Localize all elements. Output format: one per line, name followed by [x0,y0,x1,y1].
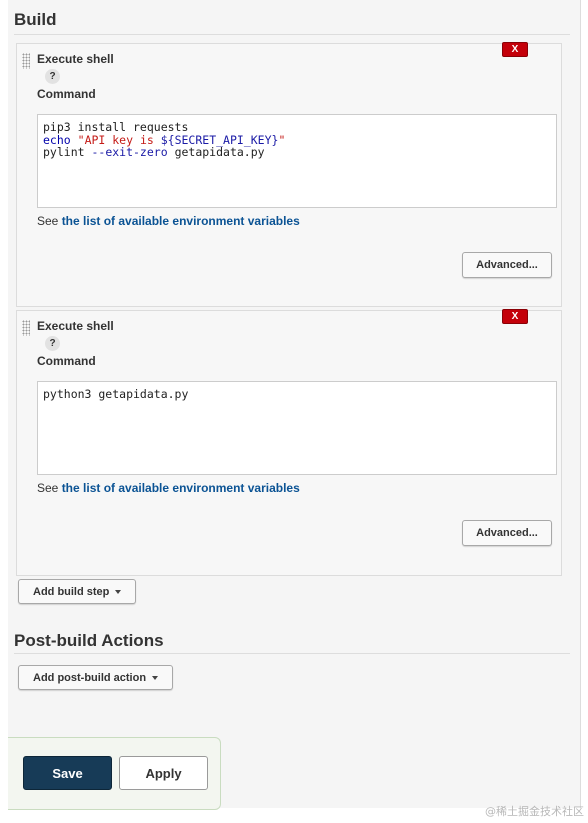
advanced-button[interactable]: Advanced... [462,520,552,546]
code-line: pylint --exit-zero getapidata.py [43,146,551,159]
build-section-title: Build [14,10,57,29]
watermark: @稀土掘金技术社区 [485,805,584,818]
add-build-step-button[interactable]: Add build step [18,579,137,604]
step-title: Execute shell [37,52,114,66]
help-icon[interactable]: ? [45,336,60,351]
env-vars-prefix: See [37,481,62,495]
code-line: python3 getapidata.py [43,388,551,401]
code-token: getapidata.py [167,145,265,159]
command-label: Command [37,87,96,101]
save-button[interactable]: Save [23,756,112,790]
add-post-build-action-button[interactable]: Add post-build action [18,665,174,690]
code-token: " [278,132,286,147]
env-vars-link[interactable]: the list of available environment variab… [62,214,300,228]
code-token: pylint [43,145,92,159]
code-token: --exit-zero [91,145,168,159]
command-textarea[interactable]: pip3 install requests echo "API key is ${… [37,114,557,208]
step-title: Execute shell [37,319,114,333]
delete-step-button[interactable]: X [502,309,528,324]
add-post-build-action-label: Add post-build action [33,671,147,684]
help-icon[interactable]: ? [45,69,60,84]
env-vars-link[interactable]: the list of available environment variab… [62,481,300,495]
post-build-section-divider [14,653,570,654]
post-build-section-title: Post-build Actions [14,631,164,650]
env-vars-hint: See the list of available environment va… [37,214,300,228]
form-footer: Save Apply [8,737,221,810]
apply-button[interactable]: Apply [119,756,208,790]
command-label: Command [37,354,96,368]
drag-handle-icon[interactable] [22,53,30,69]
command-textarea[interactable]: python3 getapidata.py [37,381,557,475]
delete-step-button[interactable]: X [502,42,528,57]
caret-down-icon [115,589,122,594]
build-step-2: Execute shell ? Command X python3 getapi… [16,309,562,576]
advanced-button[interactable]: Advanced... [462,252,552,278]
code-token: python3 getapidata.py [43,387,189,401]
build-step-1: Execute shell ? Command X pip3 install r… [16,42,562,307]
build-section-divider [14,34,570,35]
config-page: Build Execute shell ? Command X pip3 ins… [8,0,581,808]
caret-down-icon [152,675,159,680]
add-build-step-label: Add build step [33,585,110,598]
env-vars-prefix: See [37,214,62,228]
env-vars-hint: See the list of available environment va… [37,481,300,495]
drag-handle-icon[interactable] [22,320,30,336]
